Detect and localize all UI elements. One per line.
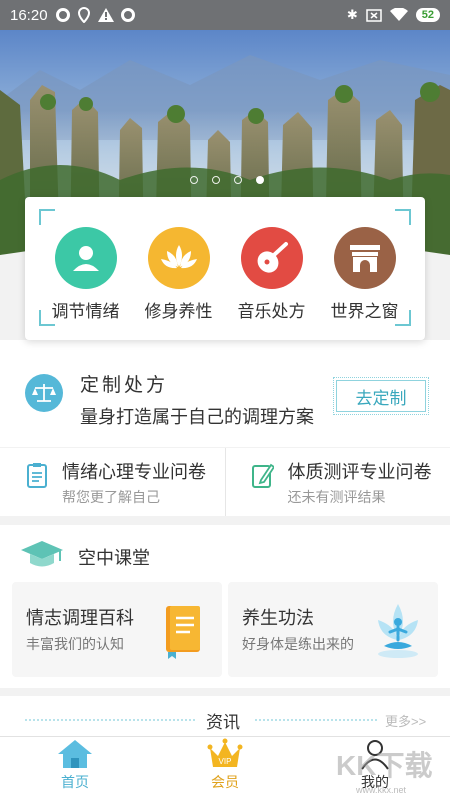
bottom-navigation: 首页 VIP 会员 我的 — [0, 736, 450, 800]
nav-label: 会员 — [211, 774, 239, 790]
nav-home[interactable]: 首页 — [0, 737, 150, 800]
category-cultivation[interactable]: 修身养性 — [132, 227, 225, 322]
category-music[interactable]: 音乐处方 — [225, 227, 318, 322]
card-title: 养生功法 — [242, 608, 314, 628]
home-icon — [58, 740, 92, 768]
corner-ornament — [395, 209, 411, 225]
questionnaire-subtitle: 还未有测评结果 — [287, 489, 386, 505]
category-label: 修身养性 — [144, 302, 213, 321]
arch-icon — [333, 227, 396, 289]
user-icon — [361, 740, 389, 770]
card-subtitle: 丰富我们的认知 — [26, 636, 124, 652]
category-label: 世界之窗 — [330, 302, 399, 321]
banner-dot[interactable] — [234, 176, 242, 184]
sync-icon — [120, 8, 135, 22]
news-section: 资讯 更多>> — [0, 696, 450, 736]
nav-vip[interactable]: VIP 会员 — [150, 737, 300, 800]
warning-icon — [97, 8, 114, 22]
location-icon — [77, 7, 90, 23]
news-more-link[interactable]: 更多>> — [385, 711, 426, 730]
pipa-icon — [240, 227, 303, 289]
scale-icon — [25, 374, 63, 412]
bluetooth-icon: ✱ — [346, 7, 358, 22]
custom-prescription-section: 定制处方 量身打造属于自己的调理方案 去定制 — [0, 340, 450, 447]
svg-text:VIP: VIP — [219, 757, 232, 766]
corner-ornament — [39, 209, 55, 225]
card-title: 情志调理百科 — [26, 608, 134, 628]
classroom-section: 空中课堂 情志调理百科 丰富我们的认知 养生功法 好身体是练出来的 — [0, 525, 450, 688]
category-label: 音乐处方 — [237, 302, 306, 321]
lotus-icon — [147, 227, 210, 289]
vip-crown-icon: VIP — [207, 738, 243, 767]
customize-button[interactable]: 去定制 — [333, 377, 429, 415]
person-icon — [54, 227, 117, 289]
banner-pagination — [190, 176, 264, 184]
clipboard-icon — [27, 463, 47, 488]
questionnaire-section: 情绪心理专业问卷 帮您更了解自己 体质测评专业问卷 还未有测评结果 — [0, 448, 450, 516]
graduation-cap-icon — [21, 541, 63, 567]
notification-icon — [55, 8, 70, 22]
emotion-questionnaire[interactable]: 情绪心理专业问卷 帮您更了解自己 — [0, 448, 225, 516]
wifi-icon — [389, 8, 408, 21]
category-world[interactable]: 世界之窗 — [318, 227, 411, 322]
meditation-icon — [378, 604, 418, 658]
custom-title: 定制处方 — [80, 375, 169, 396]
divider — [25, 719, 195, 721]
sim-icon — [366, 8, 382, 22]
emotion-encyclopedia-card[interactable]: 情志调理百科 丰富我们的认知 — [12, 582, 222, 677]
card-subtitle: 好身体是练出来的 — [242, 636, 354, 652]
banner-dot[interactable] — [212, 176, 220, 184]
book-icon — [166, 606, 200, 659]
constitution-questionnaire[interactable]: 体质测评专业问卷 还未有测评结果 — [224, 448, 450, 516]
nav-mine[interactable]: 我的 — [300, 737, 450, 800]
pencil-paper-icon — [251, 463, 274, 488]
classroom-title: 空中课堂 — [78, 548, 150, 568]
questionnaire-title: 情绪心理专业问卷 — [62, 462, 206, 482]
custom-description: 量身打造属于自己的调理方案 — [80, 407, 314, 427]
banner-dot[interactable] — [190, 176, 198, 184]
category-card: 调节情绪 修身养性 音乐处方 世界之窗 — [25, 197, 425, 340]
battery-indicator: 52 — [415, 8, 440, 22]
divider — [255, 719, 377, 721]
health-exercise-card[interactable]: 养生功法 好身体是练出来的 — [228, 582, 438, 677]
status-bar: 16:20 ✱ 52 — [0, 0, 450, 30]
nav-label: 首页 — [61, 774, 89, 790]
category-label: 调节情绪 — [51, 302, 120, 321]
nav-label: 我的 — [361, 774, 389, 790]
questionnaire-title: 体质测评专业问卷 — [287, 462, 432, 482]
category-emotion[interactable]: 调节情绪 — [39, 227, 132, 322]
news-title: 资讯 — [206, 713, 240, 732]
banner-dot-active[interactable] — [256, 176, 264, 184]
questionnaire-subtitle: 帮您更了解自己 — [62, 489, 160, 505]
status-time: 16:20 — [10, 6, 48, 24]
